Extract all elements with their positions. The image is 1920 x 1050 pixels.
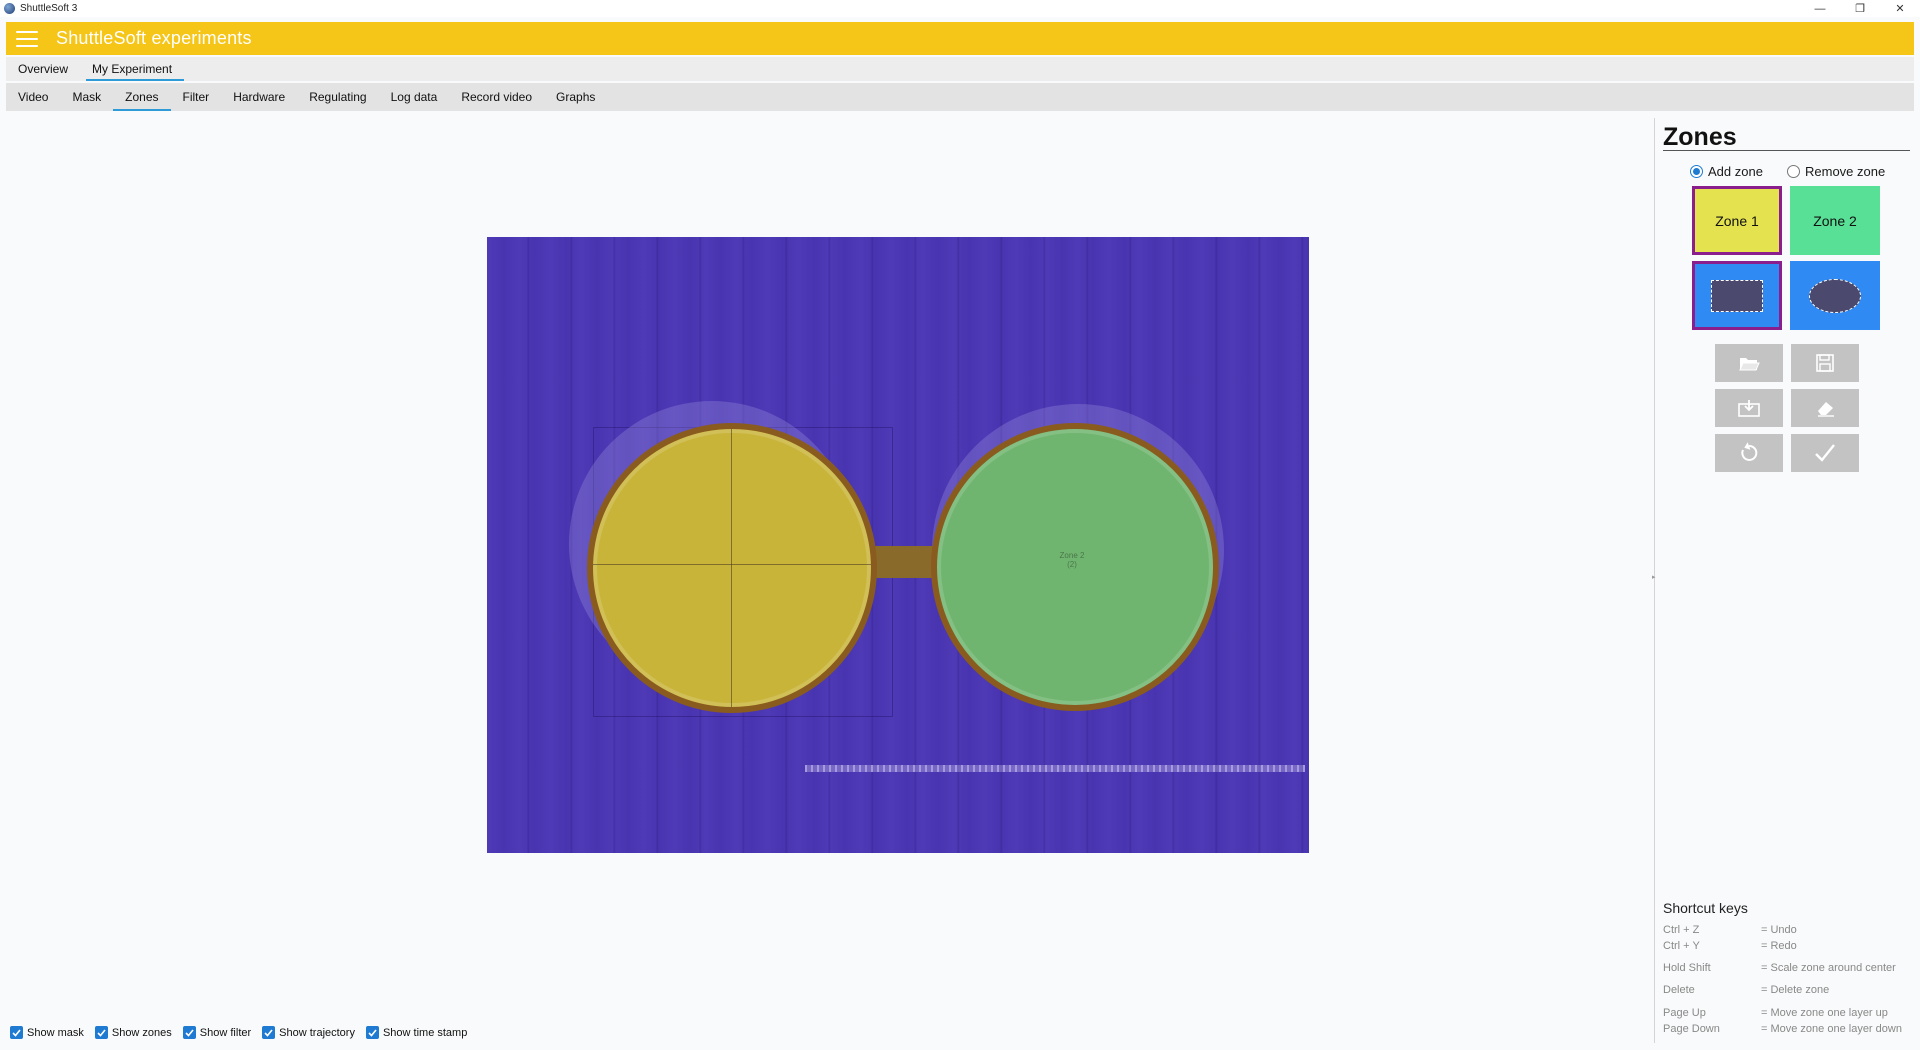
restore-button[interactable]: ❐ [1840, 0, 1880, 17]
zone-2-overlay-label: Zone 2 (2) [1059, 551, 1085, 569]
radio-selected-icon [1690, 165, 1703, 178]
zone-1-button[interactable]: Zone 1 [1692, 186, 1782, 255]
shortcut-key: Page Up [1663, 1007, 1706, 1019]
ellipse-shape-button[interactable] [1790, 261, 1880, 330]
app-header: ShuttleSoft experiments [6, 22, 1914, 55]
checkbox-checked-icon [94, 1026, 108, 1039]
show-trajectory-label: Show trajectory [279, 1026, 355, 1039]
hamburger-menu-icon[interactable] [16, 30, 38, 47]
shortcut-row: Page Down = Move zone one layer down [1663, 1023, 1902, 1035]
remove-zone-label: Remove zone [1805, 164, 1886, 179]
reset-zones-button[interactable] [1715, 434, 1783, 472]
import-icon [1738, 400, 1760, 417]
shortcut-key: Ctrl + Y [1663, 940, 1700, 952]
remove-zone-radio[interactable]: Remove zone [1787, 164, 1885, 179]
erase-zones-button[interactable] [1791, 389, 1859, 427]
shortcut-key: Hold Shift [1663, 962, 1711, 974]
shortcut-desc: = Move zone one layer up [1761, 1007, 1888, 1019]
rectangle-shape-button[interactable] [1692, 261, 1782, 330]
save-icon [1816, 354, 1834, 372]
tab-hardware[interactable]: Hardware [221, 83, 297, 111]
save-zones-button[interactable] [1791, 344, 1859, 382]
radio-unselected-icon [1787, 165, 1800, 178]
show-time-stamp-checkbox[interactable]: Show time stamp [365, 1026, 468, 1039]
window-title: ShuttleSoft 3 [20, 3, 78, 14]
reset-icon [1741, 442, 1758, 461]
show-trajectory-checkbox[interactable]: Show trajectory [262, 1026, 355, 1039]
show-filter-checkbox[interactable]: Show filter [182, 1026, 252, 1039]
window-titlebar: ShuttleSoft 3 — ❐ ✕ [0, 0, 1920, 17]
tab-zones[interactable]: Zones [113, 83, 171, 111]
tab-my-experiment[interactable]: My Experiment [80, 57, 185, 81]
shortcut-row: Page Up = Move zone one layer up [1663, 1007, 1888, 1019]
section-tabs: Video Mask Zones Filter Hardware Regulat… [6, 83, 1914, 111]
zone-1-crosshair-h [593, 564, 871, 565]
tab-mask[interactable]: Mask [60, 83, 113, 111]
arena-bridge [867, 546, 939, 578]
show-zones-checkbox[interactable]: Show zones [94, 1026, 172, 1039]
checkbox-checked-icon [365, 1026, 379, 1039]
open-zones-button[interactable] [1715, 344, 1783, 382]
shortcut-desc: = Undo [1761, 924, 1797, 936]
show-filter-label: Show filter [199, 1026, 252, 1039]
checkmark-icon [1815, 444, 1835, 462]
shortcut-key: Delete [1663, 984, 1695, 996]
tab-record-video[interactable]: Record video [449, 83, 544, 111]
shortcut-key: Ctrl + Z [1663, 924, 1700, 936]
display-options: Show mask Show zones Show filter Show tr… [10, 1026, 478, 1039]
close-button[interactable]: ✕ [1880, 0, 1920, 17]
tab-filter[interactable]: Filter [171, 83, 222, 111]
splitter-grip-icon[interactable]: ▸ [1652, 573, 1656, 581]
show-time-stamp-label: Show time stamp [382, 1026, 468, 1039]
eraser-icon [1818, 402, 1834, 417]
tab-graphs[interactable]: Graphs [544, 83, 607, 111]
show-zones-label: Show zones [111, 1026, 172, 1039]
shortcut-row: Ctrl + Y = Redo [1663, 940, 1797, 952]
checkbox-checked-icon [262, 1026, 276, 1039]
tab-video[interactable]: Video [6, 83, 60, 111]
rectangle-shape-icon [1711, 279, 1763, 312]
app-title: ShuttleSoft experiments [56, 28, 252, 48]
shortcut-desc: = Delete zone [1761, 984, 1830, 996]
shortcut-row: Delete = Delete zone [1663, 984, 1829, 996]
open-folder-icon [1739, 358, 1760, 371]
add-zone-label: Add zone [1708, 164, 1763, 179]
shortcut-key: Page Down [1663, 1023, 1720, 1035]
import-zones-button[interactable] [1715, 389, 1783, 427]
tab-log-data[interactable]: Log data [379, 83, 450, 111]
video-canvas[interactable]: Zone 2 (2) [487, 237, 1309, 853]
show-mask-label: Show mask [27, 1026, 84, 1039]
panel-title: Zones [1663, 123, 1737, 151]
shortcut-row: Hold Shift = Scale zone around center [1663, 962, 1896, 974]
experiment-tabs: Overview My Experiment [6, 57, 1914, 81]
tab-regulating[interactable]: Regulating [297, 83, 378, 111]
minimize-button[interactable]: — [1800, 0, 1840, 17]
add-zone-radio[interactable]: Add zone [1690, 164, 1763, 179]
checkbox-checked-icon [10, 1026, 23, 1039]
shortcut-desc: = Move zone one layer down [1761, 1023, 1902, 1035]
ellipse-shape-icon [1809, 278, 1861, 313]
tab-overview[interactable]: Overview [6, 57, 80, 81]
checkbox-checked-icon [182, 1026, 196, 1039]
shortcut-desc: = Redo [1761, 940, 1797, 952]
show-mask-checkbox[interactable]: Show mask [10, 1026, 84, 1039]
panel-title-divider [1663, 150, 1910, 151]
app-logo-icon [4, 3, 15, 14]
measuring-ruler [805, 765, 1305, 772]
zone-1-overlay[interactable] [587, 423, 877, 713]
zone-1-crosshair-v [731, 429, 732, 707]
shortcut-row: Ctrl + Z = Undo [1663, 924, 1797, 936]
zone-2-button[interactable]: Zone 2 [1790, 186, 1880, 255]
confirm-zones-button[interactable] [1791, 434, 1859, 472]
shortcut-desc: = Scale zone around center [1761, 962, 1896, 974]
shortcut-keys-title: Shortcut keys [1663, 900, 1748, 916]
